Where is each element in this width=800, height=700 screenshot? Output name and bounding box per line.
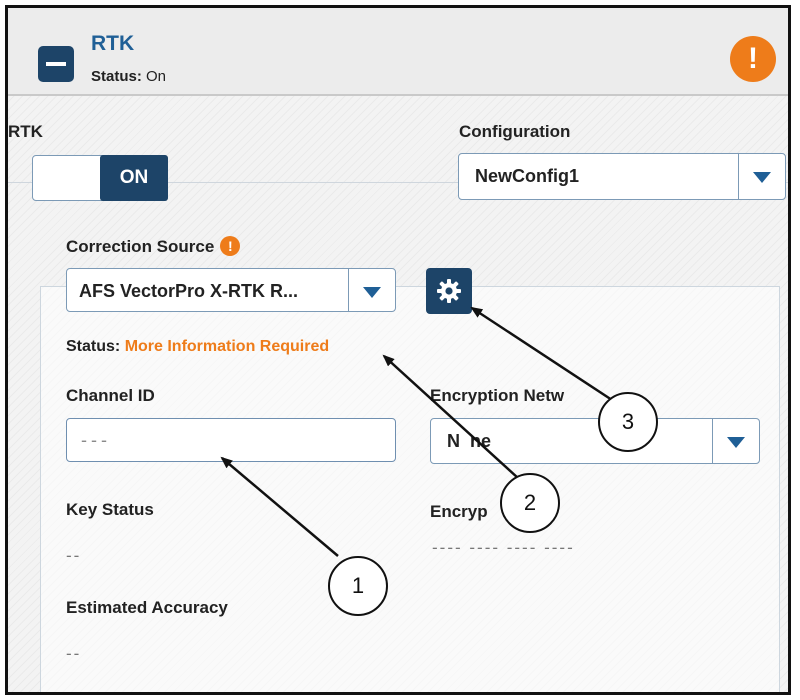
callout-2-arrow bbox=[382, 354, 519, 479]
callout-3: 3 bbox=[598, 392, 658, 452]
callout-3-arrow bbox=[470, 306, 613, 402]
callout-1-arrow bbox=[220, 456, 339, 557]
callout-arrows bbox=[220, 306, 613, 557]
callout-1: 1 bbox=[328, 556, 388, 616]
callout-2: 2 bbox=[500, 473, 560, 533]
